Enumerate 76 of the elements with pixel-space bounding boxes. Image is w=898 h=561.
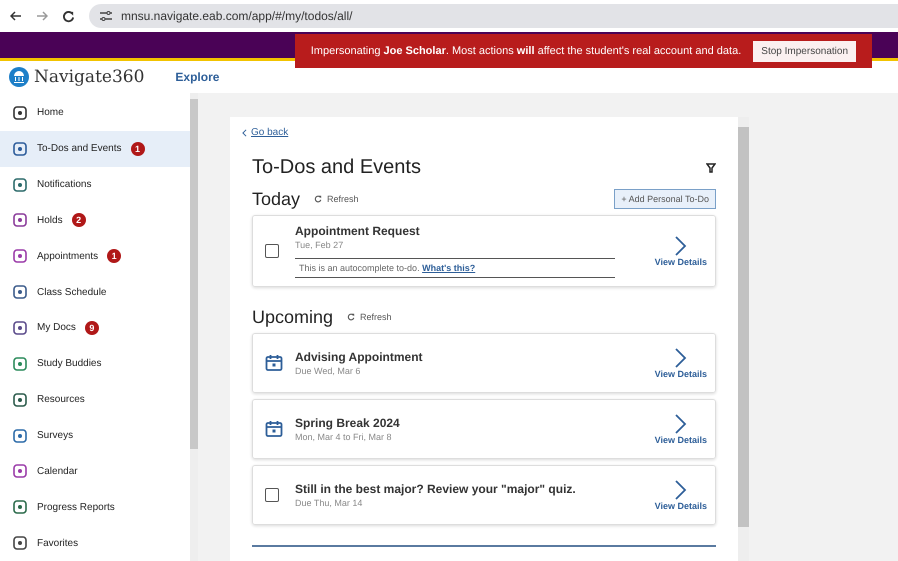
chevron-right-icon bbox=[674, 413, 688, 435]
refresh-link[interactable]: Refresh bbox=[360, 312, 392, 322]
todo-date: Mon, Mar 4 to Fri, Mar 8 bbox=[295, 432, 393, 442]
page-title: To-Dos and Events bbox=[252, 156, 421, 179]
sidebar-item[interactable]: Progress Reports bbox=[0, 489, 190, 526]
chevron-left-icon[interactable] bbox=[242, 128, 247, 136]
sidebar-item[interactable]: Class Schedule bbox=[0, 274, 190, 310]
section-heading: Today bbox=[252, 188, 300, 210]
nav-icon bbox=[12, 356, 28, 372]
explore-link[interactable]: Explore bbox=[175, 70, 220, 84]
refresh-icon[interactable] bbox=[347, 313, 356, 321]
checkbox[interactable] bbox=[265, 244, 279, 258]
nav-icon bbox=[12, 320, 28, 336]
go-back-link[interactable]: Go back bbox=[251, 127, 288, 138]
view-details-link[interactable]: View Details bbox=[654, 347, 707, 379]
sidebar-item[interactable]: Surveys bbox=[0, 418, 190, 454]
sidebar-item[interactable]: To-Dos and Events 1 bbox=[0, 130, 190, 167]
refresh-icon[interactable] bbox=[314, 195, 322, 203]
nav-icon bbox=[12, 140, 28, 157]
sidebar-item[interactable]: My Docs 9 bbox=[0, 310, 190, 346]
banner-text: Impersonating Joe Scholar. Most actions will affect the student's real account and data. bbox=[310, 45, 742, 57]
sidebar-item[interactable]: Holds 2 bbox=[0, 202, 190, 238]
count-badge: 1 bbox=[107, 249, 122, 264]
nav-icon bbox=[12, 284, 28, 300]
view-details-link[interactable]: View Details bbox=[654, 413, 707, 445]
scrollbar-thumb[interactable] bbox=[738, 127, 749, 527]
sidebar-item[interactable]: Home bbox=[0, 95, 190, 131]
chevron-right-icon bbox=[674, 235, 688, 257]
nav-icon bbox=[12, 392, 28, 408]
sidebar-item[interactable]: Notifications bbox=[0, 166, 190, 203]
back-arrow-icon[interactable] bbox=[10, 11, 22, 21]
todo-title: Advising Appointment bbox=[295, 350, 424, 364]
address-bar[interactable]: mnsu.navigate.eab.com/app/#/my/todos/all/ bbox=[89, 4, 898, 28]
site-settings-icon[interactable] bbox=[99, 11, 113, 21]
section-heading: Upcoming bbox=[252, 306, 334, 328]
todo-date: Due Thu, Mar 14 bbox=[295, 498, 364, 508]
sidebar-item[interactable]: Calendar bbox=[0, 453, 190, 490]
sidebar-item[interactable]: Appointments 1 bbox=[0, 238, 190, 274]
app-logo[interactable]: Navigate360 bbox=[34, 67, 144, 87]
chevron-right-icon bbox=[674, 479, 688, 501]
count-badge: 2 bbox=[72, 213, 86, 228]
chevron-right-icon bbox=[674, 347, 688, 369]
scrollbar-thumb[interactable] bbox=[190, 99, 198, 449]
calendar-icon bbox=[265, 420, 283, 438]
nav-icon bbox=[12, 212, 28, 228]
count-badge: 9 bbox=[84, 320, 99, 335]
whats-this-link[interactable]: What's this? bbox=[422, 263, 476, 273]
nav-icon bbox=[12, 428, 28, 444]
nav-icon bbox=[12, 176, 28, 193]
filter-icon[interactable] bbox=[706, 162, 716, 172]
view-details-link[interactable]: View Details bbox=[654, 479, 707, 511]
sidebar-item[interactable]: Study Buddies bbox=[0, 346, 190, 382]
nav-icon bbox=[12, 248, 28, 264]
calendar-icon bbox=[265, 354, 283, 372]
todo-title: Appointment Request bbox=[295, 224, 421, 238]
todo-date: Tue, Feb 27 bbox=[295, 240, 344, 250]
add-todo-button[interactable]: + Add Personal To-Do bbox=[614, 189, 716, 209]
url-text: mnsu.navigate.eab.com/app/#/my/todos/all/ bbox=[121, 9, 352, 23]
todo-date: Due Wed, Mar 6 bbox=[295, 366, 362, 376]
nav-icon bbox=[12, 535, 28, 552]
nav-icon bbox=[12, 499, 28, 516]
sidebar-item[interactable]: Favorites bbox=[0, 525, 190, 561]
nav-icon bbox=[12, 463, 28, 480]
sidebar-item[interactable]: Resources bbox=[0, 382, 190, 418]
todo-title: Spring Break 2024 bbox=[295, 416, 401, 430]
view-details-link[interactable]: View Details bbox=[654, 235, 707, 267]
logo-icon bbox=[9, 67, 29, 87]
todo-title: Still in the best major? Review your "major" quiz. bbox=[295, 482, 577, 496]
refresh-link[interactable]: Refresh bbox=[327, 194, 359, 204]
forward-arrow-icon[interactable] bbox=[36, 11, 48, 21]
reload-icon[interactable] bbox=[62, 10, 75, 22]
stop-impersonation-button[interactable]: Stop Impersonation bbox=[753, 40, 856, 62]
note-text: This is an autocomplete to-do. bbox=[299, 263, 420, 273]
count-badge: 1 bbox=[130, 142, 144, 156]
checkbox[interactable] bbox=[265, 488, 279, 502]
nav-icon bbox=[12, 104, 28, 121]
